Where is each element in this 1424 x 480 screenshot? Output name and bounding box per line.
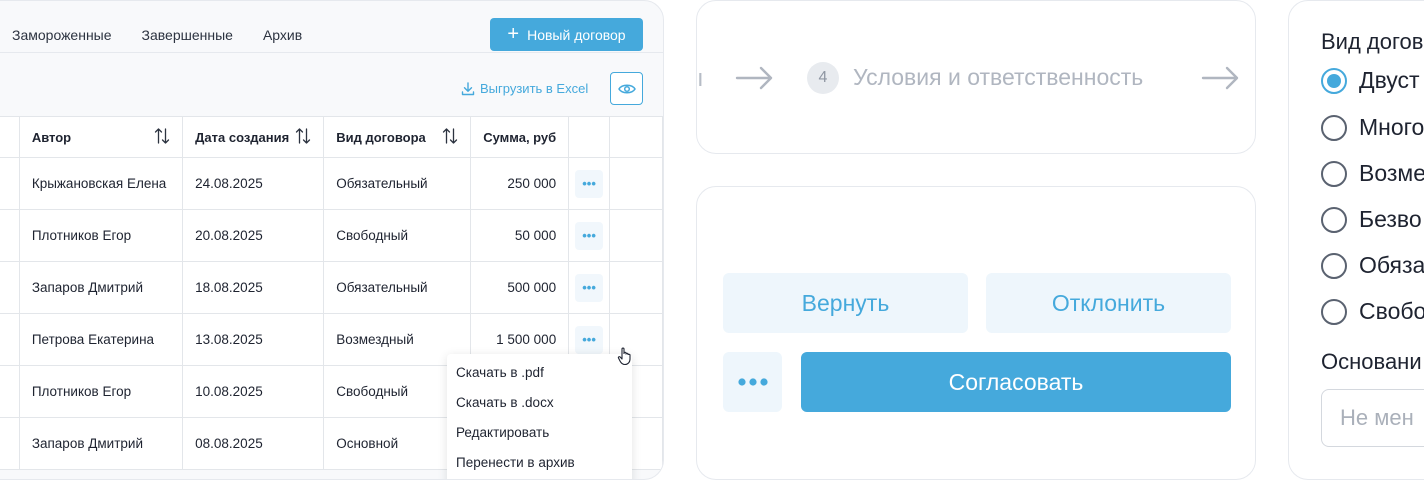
status-tabs: Замороженные Завершенные Архив	[12, 27, 302, 43]
header-created-date[interactable]: Дата создания	[182, 116, 325, 158]
type-cell: Обязательный	[323, 157, 472, 210]
row-extra-cell	[608, 157, 663, 210]
author-cell: Петрова Екатерина	[18, 313, 184, 366]
row-more-button[interactable]: •••	[575, 221, 604, 250]
radio-unchecked-icon[interactable]	[1321, 252, 1347, 279]
date-cell: 13.08.2025	[182, 313, 325, 366]
tab-completed[interactable]: Завершенные	[142, 27, 233, 43]
basis-title: Основани	[1321, 349, 1422, 374]
stepper-panel: ı 4 Условия и ответственность	[696, 0, 1256, 154]
header-checkbox-cell	[0, 116, 20, 158]
table-header-row: Автор Дата создания Вид договора Сумма, …	[0, 116, 663, 158]
row-extra-cell	[608, 261, 663, 314]
header-sum[interactable]: Сумма, руб	[470, 116, 570, 158]
row-actions-cell: •••	[568, 157, 610, 210]
reject-button[interactable]: Отклонить	[986, 273, 1231, 333]
step-label: Условия и ответственность	[853, 64, 1144, 90]
tab-frozen[interactable]: Замороженные	[12, 27, 112, 43]
menu-item-download-docx[interactable]: Скачать в .docx	[447, 388, 632, 418]
date-cell: 18.08.2025	[182, 261, 325, 314]
radio-checked-icon[interactable]	[1321, 67, 1347, 94]
radio-unchecked-icon[interactable]	[1321, 160, 1347, 187]
sum-cell: 250 000	[470, 157, 570, 210]
contracts-panel: Замороженные Завершенные Архив + Новый д…	[0, 0, 664, 480]
row-actions-cell: •••	[568, 261, 610, 314]
download-icon	[461, 81, 475, 95]
author-cell: Запаров Дмитрий	[18, 417, 184, 470]
new-contract-label: Новый договор	[527, 26, 626, 43]
date-cell: 10.08.2025	[182, 365, 325, 418]
author-cell: Плотников Егор	[18, 365, 184, 418]
author-cell: Крыжановская Елена	[18, 157, 184, 210]
type-cell: Свободный	[323, 209, 472, 262]
menu-item-archive[interactable]: Перенести в архив	[447, 448, 632, 478]
date-cell: 24.08.2025	[182, 157, 325, 210]
table-row[interactable]: Крыжановская Елена 24.08.2025 Обязательн…	[0, 157, 663, 210]
plus-icon: +	[507, 22, 520, 45]
radio-option[interactable]: Двуст	[1321, 67, 1420, 94]
sum-cell: 500 000	[470, 261, 570, 314]
arrow-right-icon	[735, 66, 773, 90]
author-cell: Запаров Дмитрий	[18, 261, 184, 314]
radio-unchecked-icon[interactable]	[1321, 114, 1347, 141]
basis-placeholder: Не мен	[1340, 405, 1414, 430]
more-dots-icon	[737, 378, 768, 386]
row-more-button[interactable]: •••	[575, 325, 604, 354]
sum-cell: 50 000	[470, 209, 570, 262]
row-spacer-cell	[0, 157, 20, 210]
approve-button[interactable]: Согласовать	[801, 352, 1231, 412]
sort-icon[interactable]	[295, 127, 311, 148]
type-cell: Обязательный	[323, 261, 472, 314]
contract-type-title: Вид догов	[1321, 29, 1424, 54]
approval-actions-panel: Вернуть Отклонить Согласовать	[696, 186, 1256, 480]
contract-type-form: Вид догов Двуст Много Возме Безво Обяза …	[1288, 0, 1424, 480]
row-spacer-cell	[0, 365, 20, 418]
basis-input[interactable]: Не мен	[1321, 389, 1424, 447]
sort-icon[interactable]	[154, 127, 170, 148]
row-more-button[interactable]: •••	[575, 169, 604, 198]
radio-option[interactable]: Свобо	[1321, 298, 1424, 325]
radio-option[interactable]: Безво	[1321, 206, 1422, 233]
radio-option[interactable]: Много	[1321, 114, 1424, 141]
new-contract-button[interactable]: + Новый договор	[490, 18, 643, 51]
author-cell: Плотников Егор	[18, 209, 184, 262]
radio-option[interactable]: Возме	[1321, 160, 1424, 187]
row-spacer-cell	[0, 417, 20, 470]
previous-step-label-fragment: ı	[697, 65, 704, 92]
menu-item-download-pdf[interactable]: Скачать в .pdf	[447, 358, 632, 388]
column-visibility-button[interactable]	[610, 72, 643, 105]
radio-unchecked-icon[interactable]	[1321, 206, 1347, 233]
row-actions-cell: •••	[568, 209, 610, 262]
export-excel-link[interactable]: Выгрузить в Excel	[461, 81, 588, 96]
arrow-right-icon	[1201, 66, 1239, 90]
toolbar-divider	[0, 52, 663, 53]
row-more-button[interactable]: •••	[575, 273, 604, 302]
row-spacer-cell	[0, 261, 20, 314]
radio-unchecked-icon[interactable]	[1321, 298, 1347, 325]
header-actions-cell	[568, 116, 610, 158]
row-extra-cell	[608, 209, 663, 262]
header-extra-cell	[608, 116, 663, 158]
radio-option[interactable]: Обяза	[1321, 252, 1424, 279]
sort-icon[interactable]	[442, 127, 458, 148]
return-button[interactable]: Вернуть	[723, 273, 968, 333]
table-row[interactable]: Плотников Егор 20.08.2025 Свободный 50 0…	[0, 209, 663, 262]
table-row[interactable]: Запаров Дмитрий 18.08.2025 Обязательный …	[0, 261, 663, 314]
row-spacer-cell	[0, 209, 20, 262]
export-label: Выгрузить в Excel	[480, 81, 589, 96]
row-context-menu: Скачать в .pdf Скачать в .docx Редактиро…	[447, 354, 632, 479]
header-contract-type[interactable]: Вид договора	[323, 116, 472, 158]
menu-item-edit[interactable]: Редактировать	[447, 418, 632, 448]
row-spacer-cell	[0, 313, 20, 366]
step-number-badge: 4	[807, 62, 839, 94]
tab-archive[interactable]: Архив	[263, 27, 302, 43]
hand-cursor-icon	[617, 347, 631, 366]
eye-icon	[617, 84, 636, 93]
date-cell: 20.08.2025	[182, 209, 325, 262]
more-actions-button[interactable]	[723, 352, 782, 412]
header-author[interactable]: Автор	[18, 116, 184, 158]
date-cell: 08.08.2025	[182, 417, 325, 470]
